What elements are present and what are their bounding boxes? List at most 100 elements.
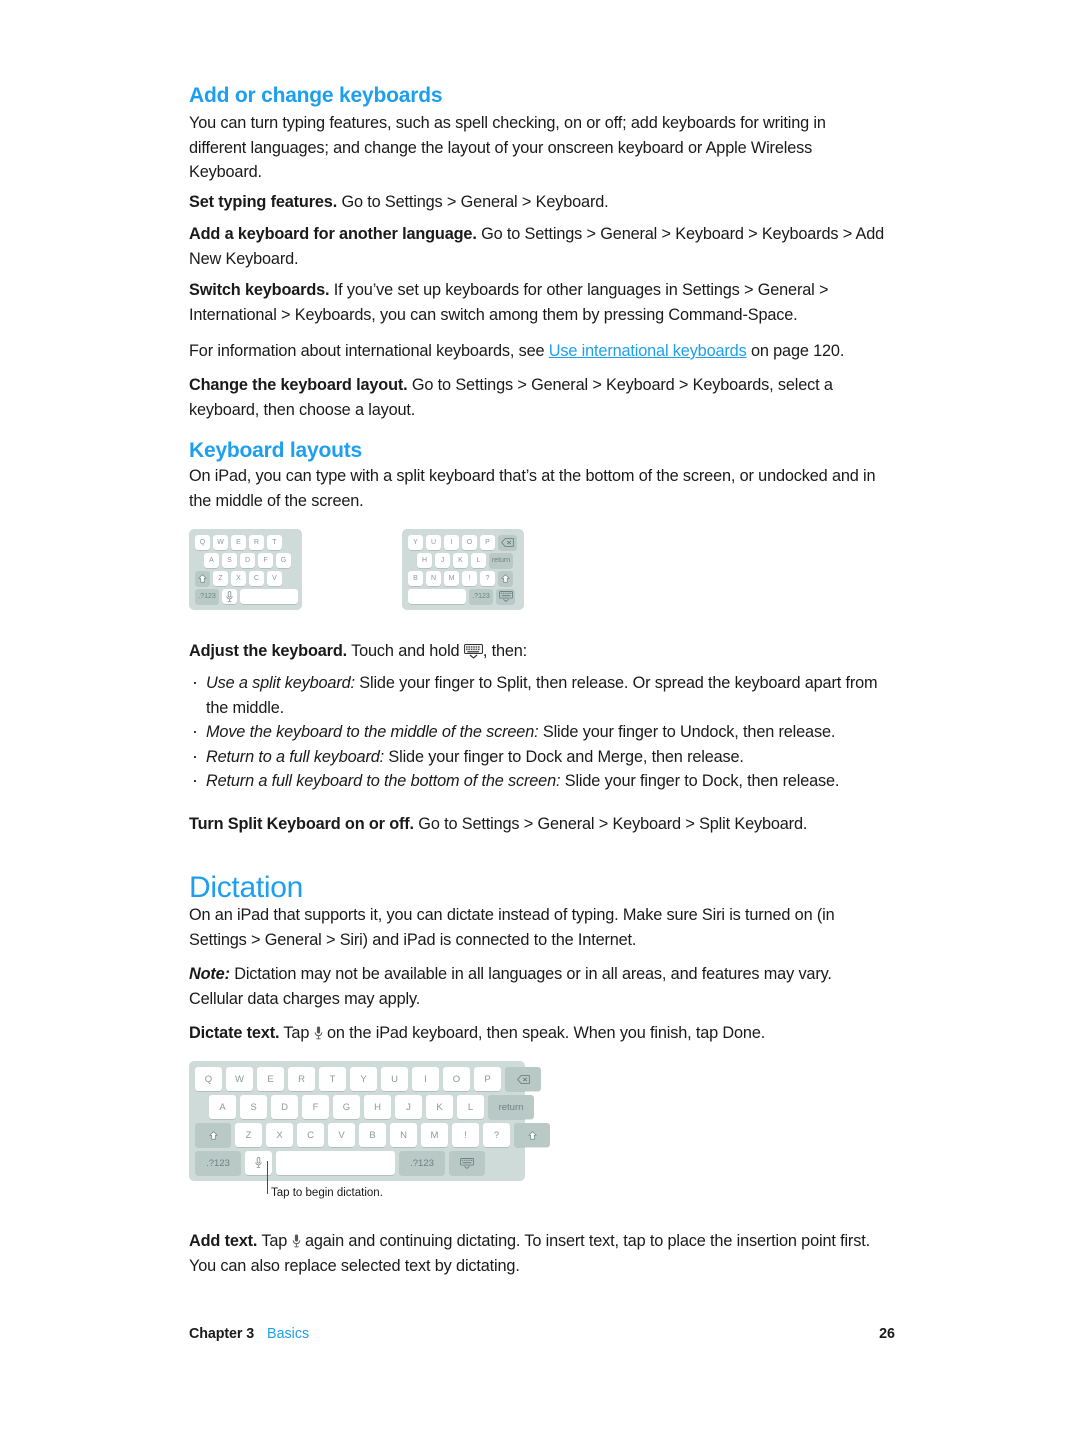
- key-t[interactable]: T: [319, 1067, 346, 1091]
- key-shift-icon[interactable]: [514, 1123, 550, 1147]
- key-a[interactable]: A: [204, 553, 219, 568]
- key-n[interactable]: N: [426, 571, 441, 586]
- key-m[interactable]: M: [444, 571, 459, 586]
- key-a[interactable]: A: [209, 1095, 236, 1119]
- key-r[interactable]: R: [249, 535, 264, 550]
- key-k[interactable]: K: [426, 1095, 453, 1119]
- key-p[interactable]: P: [480, 535, 495, 550]
- key-e[interactable]: E: [257, 1067, 284, 1091]
- key-hide-keyboard-icon[interactable]: [496, 589, 515, 604]
- key-x[interactable]: X: [231, 571, 246, 586]
- key-j[interactable]: J: [435, 553, 450, 568]
- key-backspace-icon[interactable]: [498, 535, 517, 550]
- footer-section-link[interactable]: Basics: [267, 1326, 309, 1342]
- key-![interactable]: !: [452, 1123, 479, 1147]
- key-w[interactable]: W: [226, 1067, 253, 1091]
- key-y[interactable]: Y: [408, 535, 423, 550]
- list-item: Return to a full keyboard: Slide your fi…: [189, 744, 895, 770]
- key-b[interactable]: B: [408, 571, 423, 586]
- key-return[interactable]: return: [488, 1095, 534, 1119]
- tip-lead: Set typing features.: [189, 193, 338, 211]
- keyboard-row: H J K Lreturn: [417, 553, 519, 568]
- key-return[interactable]: return: [489, 553, 513, 568]
- key-shift-icon[interactable]: [498, 571, 513, 586]
- key-.?123[interactable]: .?123: [399, 1151, 445, 1175]
- key-s[interactable]: S: [222, 553, 237, 568]
- bullet-term: Return a full keyboard to the bottom of …: [206, 772, 561, 790]
- key-l[interactable]: L: [457, 1095, 484, 1119]
- key-z[interactable]: Z: [213, 571, 228, 586]
- key-u[interactable]: U: [426, 535, 441, 550]
- keyboard-row: .?123 .?123: [195, 1151, 521, 1175]
- key-.?123[interactable]: .?123: [195, 1151, 241, 1175]
- bullet-text: Slide your finger to Undock, then releas…: [538, 723, 836, 741]
- key-y[interactable]: Y: [350, 1067, 377, 1091]
- microphone-icon: [292, 1232, 301, 1248]
- key-f[interactable]: F: [302, 1095, 329, 1119]
- key-x[interactable]: X: [266, 1123, 293, 1147]
- key-shift-icon[interactable]: [195, 1123, 231, 1147]
- key-![interactable]: !: [462, 571, 477, 586]
- keyboard-row: QWERTYUIOP: [195, 1067, 541, 1091]
- key-v[interactable]: V: [328, 1123, 355, 1147]
- paragraph-keyboards-intro: You can turn typing features, such as sp…: [189, 114, 826, 181]
- key-z[interactable]: Z: [235, 1123, 262, 1147]
- hide-keyboard-icon: [460, 1157, 474, 1169]
- key-g[interactable]: G: [276, 553, 291, 568]
- key-h[interactable]: H: [364, 1095, 391, 1119]
- key-o[interactable]: O: [462, 535, 477, 550]
- key-p[interactable]: P: [474, 1067, 501, 1091]
- tip-add-keyboard-language: Add a keyboard for another language. Go …: [189, 222, 889, 271]
- key-.?123[interactable]: .?123: [469, 589, 493, 604]
- key-w[interactable]: W: [213, 535, 228, 550]
- tip-lead: Adjust the keyboard.: [189, 642, 348, 660]
- key-c[interactable]: C: [249, 571, 264, 586]
- key-v[interactable]: V: [267, 571, 282, 586]
- key-n[interactable]: N: [390, 1123, 417, 1147]
- key-space[interactable]: [276, 1151, 395, 1175]
- key-.?123[interactable]: .?123: [195, 589, 219, 604]
- key-o[interactable]: O: [443, 1067, 470, 1091]
- key-r[interactable]: R: [288, 1067, 315, 1091]
- key-d[interactable]: D: [240, 553, 255, 568]
- tip-rest: , then:: [482, 642, 528, 660]
- key-j[interactable]: J: [395, 1095, 422, 1119]
- link-use-international-keyboards[interactable]: Use international keyboards: [549, 342, 747, 360]
- key-backspace-icon[interactable]: [505, 1067, 541, 1091]
- key-q[interactable]: Q: [195, 1067, 222, 1091]
- key-e[interactable]: E: [231, 535, 246, 550]
- note-rest: Dictation may not be available in all la…: [189, 965, 832, 1008]
- key-mic-icon[interactable]: [222, 589, 237, 604]
- key-d[interactable]: D: [271, 1095, 298, 1119]
- key-hide-keyboard-icon[interactable]: [449, 1151, 485, 1175]
- key-h[interactable]: H: [417, 553, 432, 568]
- key-g[interactable]: G: [333, 1095, 360, 1119]
- key-space[interactable]: [240, 589, 298, 604]
- key-k[interactable]: K: [453, 553, 468, 568]
- key-b[interactable]: B: [359, 1123, 386, 1147]
- tip-lead: Change the keyboard layout.: [189, 376, 408, 394]
- key-l[interactable]: L: [471, 553, 486, 568]
- heading-keyboard-layouts: Keyboard layouts: [189, 439, 363, 462]
- figure-full-keyboard: Q W E R T Y U I O P A S D F G H J K Lreturn Z X C V B N M!? .?123.…: [189, 1061, 550, 1181]
- key-space[interactable]: [408, 589, 466, 604]
- key-m[interactable]: M: [421, 1123, 448, 1147]
- caption-leader-line: [267, 1161, 268, 1194]
- key-c[interactable]: C: [297, 1123, 324, 1147]
- keyboard-row: B N M!?: [408, 571, 519, 586]
- key-?[interactable]: ?: [483, 1123, 510, 1147]
- key-?[interactable]: ?: [480, 571, 495, 586]
- key-f[interactable]: F: [258, 553, 273, 568]
- tip-rest: Go to Settings > General > Keyboard.: [337, 193, 609, 211]
- key-i[interactable]: I: [412, 1067, 439, 1091]
- key-u[interactable]: U: [381, 1067, 408, 1091]
- list-adjust-keyboard-options: Use a split keyboard: Slide your finger …: [189, 670, 895, 794]
- keyboard-row: ASDFG: [204, 553, 297, 568]
- key-i[interactable]: I: [444, 535, 459, 550]
- key-s[interactable]: S: [240, 1095, 267, 1119]
- bullet-text: Slide your finger to Dock and Merge, the…: [384, 747, 744, 766]
- key-shift-icon[interactable]: [195, 571, 210, 586]
- figure-split-keyboard-right: Y U I O P H J K Lreturn B N M!? .?123: [402, 529, 524, 610]
- key-t[interactable]: T: [267, 535, 282, 550]
- key-q[interactable]: Q: [195, 535, 210, 550]
